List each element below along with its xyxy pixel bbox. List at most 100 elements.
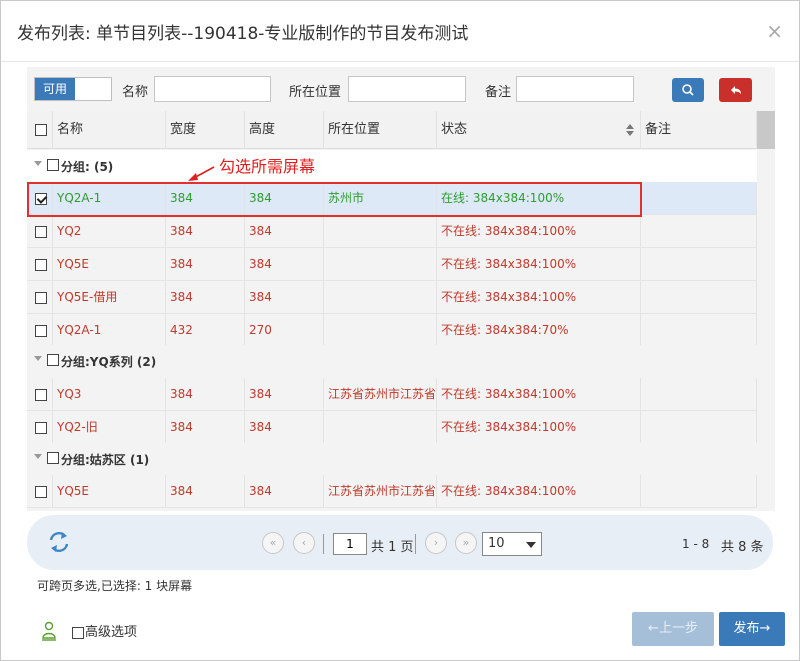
row-check-cell <box>27 281 53 313</box>
row-checkbox[interactable] <box>35 258 47 271</box>
cell-location: 江苏省苏州市江苏省 <box>324 378 437 410</box>
group-label: 分组:姑苏区 (1) <box>61 453 150 467</box>
vertical-scrollbar[interactable] <box>757 111 775 149</box>
cell-height: 384 <box>245 215 324 247</box>
available-toggle-label: 可用 <box>35 78 75 100</box>
publish-button[interactable]: 发布→ <box>719 612 785 646</box>
table-row[interactable]: YQ3 384 384 江苏省苏州市江苏省 不在线: 384x384:100% <box>27 378 757 411</box>
row-check-cell <box>27 314 53 346</box>
advanced-options[interactable]: 高级选项 <box>72 621 137 640</box>
cell-width: 384 <box>166 248 245 280</box>
cell-name: YQ5E-借用 <box>53 281 166 313</box>
cell-height: 384 <box>245 475 324 507</box>
group-row[interactable]: 分组: (5) <box>27 150 757 182</box>
cell-status: 不在线: 384x384:100% <box>437 281 641 313</box>
refresh-icon[interactable] <box>45 528 73 556</box>
row-check-cell <box>27 475 53 507</box>
cell-width: 384 <box>166 411 245 443</box>
group-checkbox[interactable] <box>47 159 59 171</box>
status-header-label: 状态 <box>441 122 468 137</box>
cell-width: 432 <box>166 314 245 346</box>
row-checkbox[interactable] <box>35 225 47 238</box>
select-all-checkbox[interactable] <box>35 123 47 136</box>
collapse-triangle-icon[interactable] <box>34 356 42 361</box>
location-filter-input[interactable] <box>348 76 466 102</box>
annotation-arrow-icon <box>188 166 215 181</box>
collapse-triangle-icon[interactable] <box>34 161 42 166</box>
available-toggle[interactable]: 可用 <box>34 77 112 101</box>
page-number-input[interactable] <box>333 533 367 555</box>
chevron-down-icon <box>526 542 536 548</box>
cell-height: 384 <box>245 281 324 313</box>
row-checkbox[interactable] <box>35 421 47 434</box>
cell-remark <box>641 475 757 507</box>
column-header-location[interactable]: 所在位置 <box>324 111 437 149</box>
cell-status: 不在线: 384x384:100% <box>437 248 641 280</box>
page-size-value: 10 <box>488 536 505 551</box>
next-page-button[interactable]: › <box>425 532 447 554</box>
cell-width: 384 <box>166 475 245 507</box>
remark-filter-input[interactable] <box>516 76 634 102</box>
cell-status: 不在线: 384x384:100% <box>437 215 641 247</box>
record-range: 1 - 8 <box>682 537 710 551</box>
search-icon <box>682 84 694 96</box>
cell-height: 384 <box>245 411 324 443</box>
selection-highlight-box <box>27 182 642 217</box>
previous-step-button[interactable]: ←上一步 <box>632 612 714 646</box>
group-checkbox[interactable] <box>47 354 59 366</box>
row-checkbox[interactable] <box>35 291 47 304</box>
cell-remark <box>641 182 757 214</box>
row-check-cell <box>27 411 53 443</box>
table-row[interactable]: YQ5E 384 384 不在线: 384x384:100% <box>27 248 757 281</box>
column-header-status[interactable]: 状态 <box>437 111 641 149</box>
sort-icon[interactable] <box>626 124 634 136</box>
pager-divider <box>415 534 416 554</box>
cell-remark <box>641 378 757 410</box>
last-page-button[interactable]: » <box>455 532 477 554</box>
row-check-cell <box>27 378 53 410</box>
group-row[interactable]: 分组:YQ系列 (2) <box>27 345 757 377</box>
cell-height: 270 <box>245 314 324 346</box>
column-header-width[interactable]: 宽度 <box>166 111 245 149</box>
cell-height: 384 <box>245 248 324 280</box>
screen-grid: 名称 宽度 高度 所在位置 状态 备注 分组: (5) YQ2A-1 384 3… <box>27 111 775 509</box>
table-row[interactable]: YQ2-旧 384 384 不在线: 384x384:100% <box>27 411 757 444</box>
cell-width: 384 <box>166 281 245 313</box>
cell-name: YQ5E <box>53 475 166 507</box>
prev-page-button[interactable]: ‹ <box>293 532 315 554</box>
column-header-height[interactable]: 高度 <box>245 111 324 149</box>
cell-status: 不在线: 384x384:100% <box>437 411 641 443</box>
table-row[interactable]: YQ2A-1 432 270 不在线: 384x384:70% <box>27 314 757 347</box>
cell-remark <box>641 248 757 280</box>
row-checkbox[interactable] <box>35 324 47 337</box>
annotation-text: 勾选所需屏幕 <box>219 157 316 176</box>
group-label: 分组: (5) <box>61 160 114 174</box>
name-filter-label: 名称 <box>122 85 149 100</box>
name-filter-input[interactable] <box>154 76 271 102</box>
table-row[interactable]: YQ2 384 384 不在线: 384x384:100% <box>27 215 757 248</box>
reset-button[interactable] <box>719 78 752 102</box>
cell-location <box>324 248 437 280</box>
cell-name: YQ2 <box>53 215 166 247</box>
advanced-options-checkbox[interactable] <box>72 626 84 639</box>
cell-name: YQ2A-1 <box>53 314 166 346</box>
group-checkbox[interactable] <box>47 452 59 464</box>
column-header-name[interactable]: 名称 <box>53 111 166 149</box>
row-checkbox[interactable] <box>35 485 47 498</box>
user-icon <box>42 621 56 641</box>
cell-status: 不在线: 384x384:100% <box>437 378 641 410</box>
group-row[interactable]: 分组:姑苏区 (1) <box>27 443 757 475</box>
first-page-button[interactable]: « <box>262 532 284 554</box>
table-row[interactable]: YQ5E 384 384 江苏省苏州市江苏省 不在线: 384x384:100% <box>27 475 757 508</box>
cell-location <box>324 281 437 313</box>
page-size-select[interactable]: 10 <box>482 532 542 556</box>
collapse-triangle-icon[interactable] <box>34 454 42 459</box>
cell-status: 不在线: 384x384:70% <box>437 314 641 346</box>
cell-location: 江苏省苏州市江苏省 <box>324 475 437 507</box>
cell-remark <box>641 411 757 443</box>
search-button[interactable] <box>672 78 704 102</box>
column-header-remark[interactable]: 备注 <box>641 111 757 149</box>
close-icon[interactable]: × <box>766 21 783 41</box>
row-checkbox[interactable] <box>35 388 47 401</box>
table-row[interactable]: YQ5E-借用 384 384 不在线: 384x384:100% <box>27 281 757 314</box>
